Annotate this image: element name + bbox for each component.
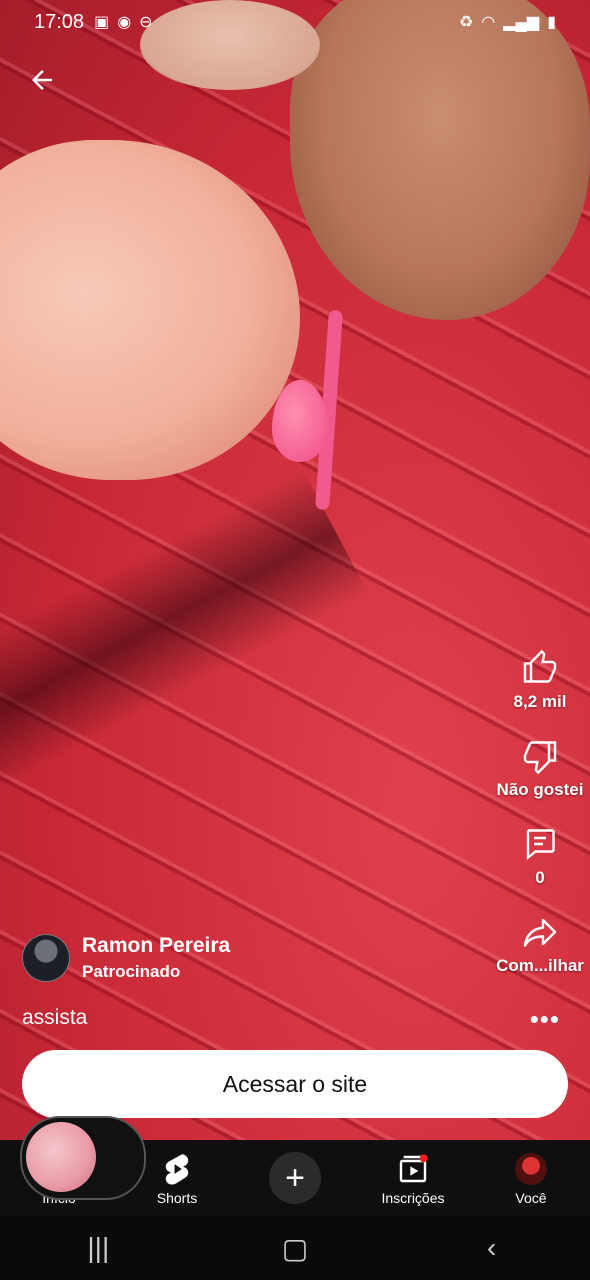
comments-count: 0 <box>535 868 545 887</box>
video-frame-shadow <box>0 469 369 791</box>
share-label: Com...ilhar <box>496 956 584 975</box>
thumbs-down-icon <box>523 741 557 774</box>
video-frame-hand <box>0 140 300 480</box>
recent-apps-button[interactable]: ||| <box>58 1232 138 1264</box>
image-icon: ▣ <box>94 14 110 31</box>
subscriptions-icon <box>399 1154 428 1183</box>
nav-you[interactable]: Você <box>476 1150 586 1206</box>
nav-shorts-label: Shorts <box>156 1190 198 1206</box>
blocked-icon: ⊖ <box>139 14 153 31</box>
recents-icon: ||| <box>87 1232 110 1263</box>
chevron-left-icon: ‹ <box>486 1232 497 1263</box>
nav-you-label: Você <box>515 1190 547 1206</box>
comment-icon <box>526 829 555 860</box>
notification-icon: ◉ <box>117 14 132 31</box>
dislike-label: Não gostei <box>496 780 584 799</box>
shorts-icon <box>165 1154 189 1185</box>
comments-button[interactable]: 0 <box>490 826 590 888</box>
channel-avatar[interactable] <box>22 934 70 982</box>
arrow-left-icon <box>32 70 52 90</box>
sponsored-label: Patrocinado <box>82 962 181 981</box>
like-count: 8,2 mil <box>513 692 567 711</box>
action-rail: 8,2 mil Não gostei 0 Com...ilhar <box>490 650 590 1002</box>
profile-avatar <box>515 1153 547 1185</box>
like-button[interactable]: 8,2 mil <box>490 650 590 712</box>
system-back-button[interactable]: ‹ <box>452 1232 532 1264</box>
wifi-icon: ◠ <box>481 14 496 31</box>
visit-site-button[interactable]: Acessar o site <box>22 1050 568 1118</box>
status-time: 17:08 <box>34 10 85 33</box>
channel-name[interactable]: Ramon Pereira <box>82 934 230 958</box>
back-button[interactable] <box>22 60 62 100</box>
mini-player-thumbnail[interactable] <box>26 1122 96 1192</box>
video-frame-hand <box>290 0 590 320</box>
share-button[interactable]: Com...ilhar <box>490 914 590 976</box>
nav-subscriptions-label: Inscrições <box>381 1190 445 1206</box>
home-circle-icon: ▢ <box>281 1232 309 1264</box>
nav-create[interactable]: + <box>240 1152 350 1204</box>
share-icon <box>523 918 557 947</box>
more-icon: ••• <box>529 1004 560 1034</box>
video-caption: assista <box>22 1006 88 1029</box>
mini-player[interactable] <box>20 1116 146 1200</box>
home-button[interactable]: ▢ <box>255 1232 335 1265</box>
more-options-button[interactable]: ••• <box>530 1004 560 1035</box>
battery-saver-icon: ♻ <box>458 14 474 31</box>
plus-icon: + <box>285 1158 305 1197</box>
video-frame-detail <box>272 380 328 462</box>
nav-subscriptions[interactable]: Inscrições <box>358 1150 468 1206</box>
battery-icon: ▮ <box>547 14 556 31</box>
dislike-button[interactable]: Não gostei <box>490 738 590 800</box>
system-navigation: ||| ▢ ‹ <box>0 1216 590 1280</box>
thumbs-up-icon <box>523 650 557 683</box>
channel-info[interactable]: Ramon Pereira Patrocinado <box>22 934 230 982</box>
signal-icon: ▂▄▆ <box>503 14 540 31</box>
status-bar: 17:08 ▣ ◉ ⊖ ♻ ◠ ▂▄▆ ▮ <box>0 0 590 44</box>
